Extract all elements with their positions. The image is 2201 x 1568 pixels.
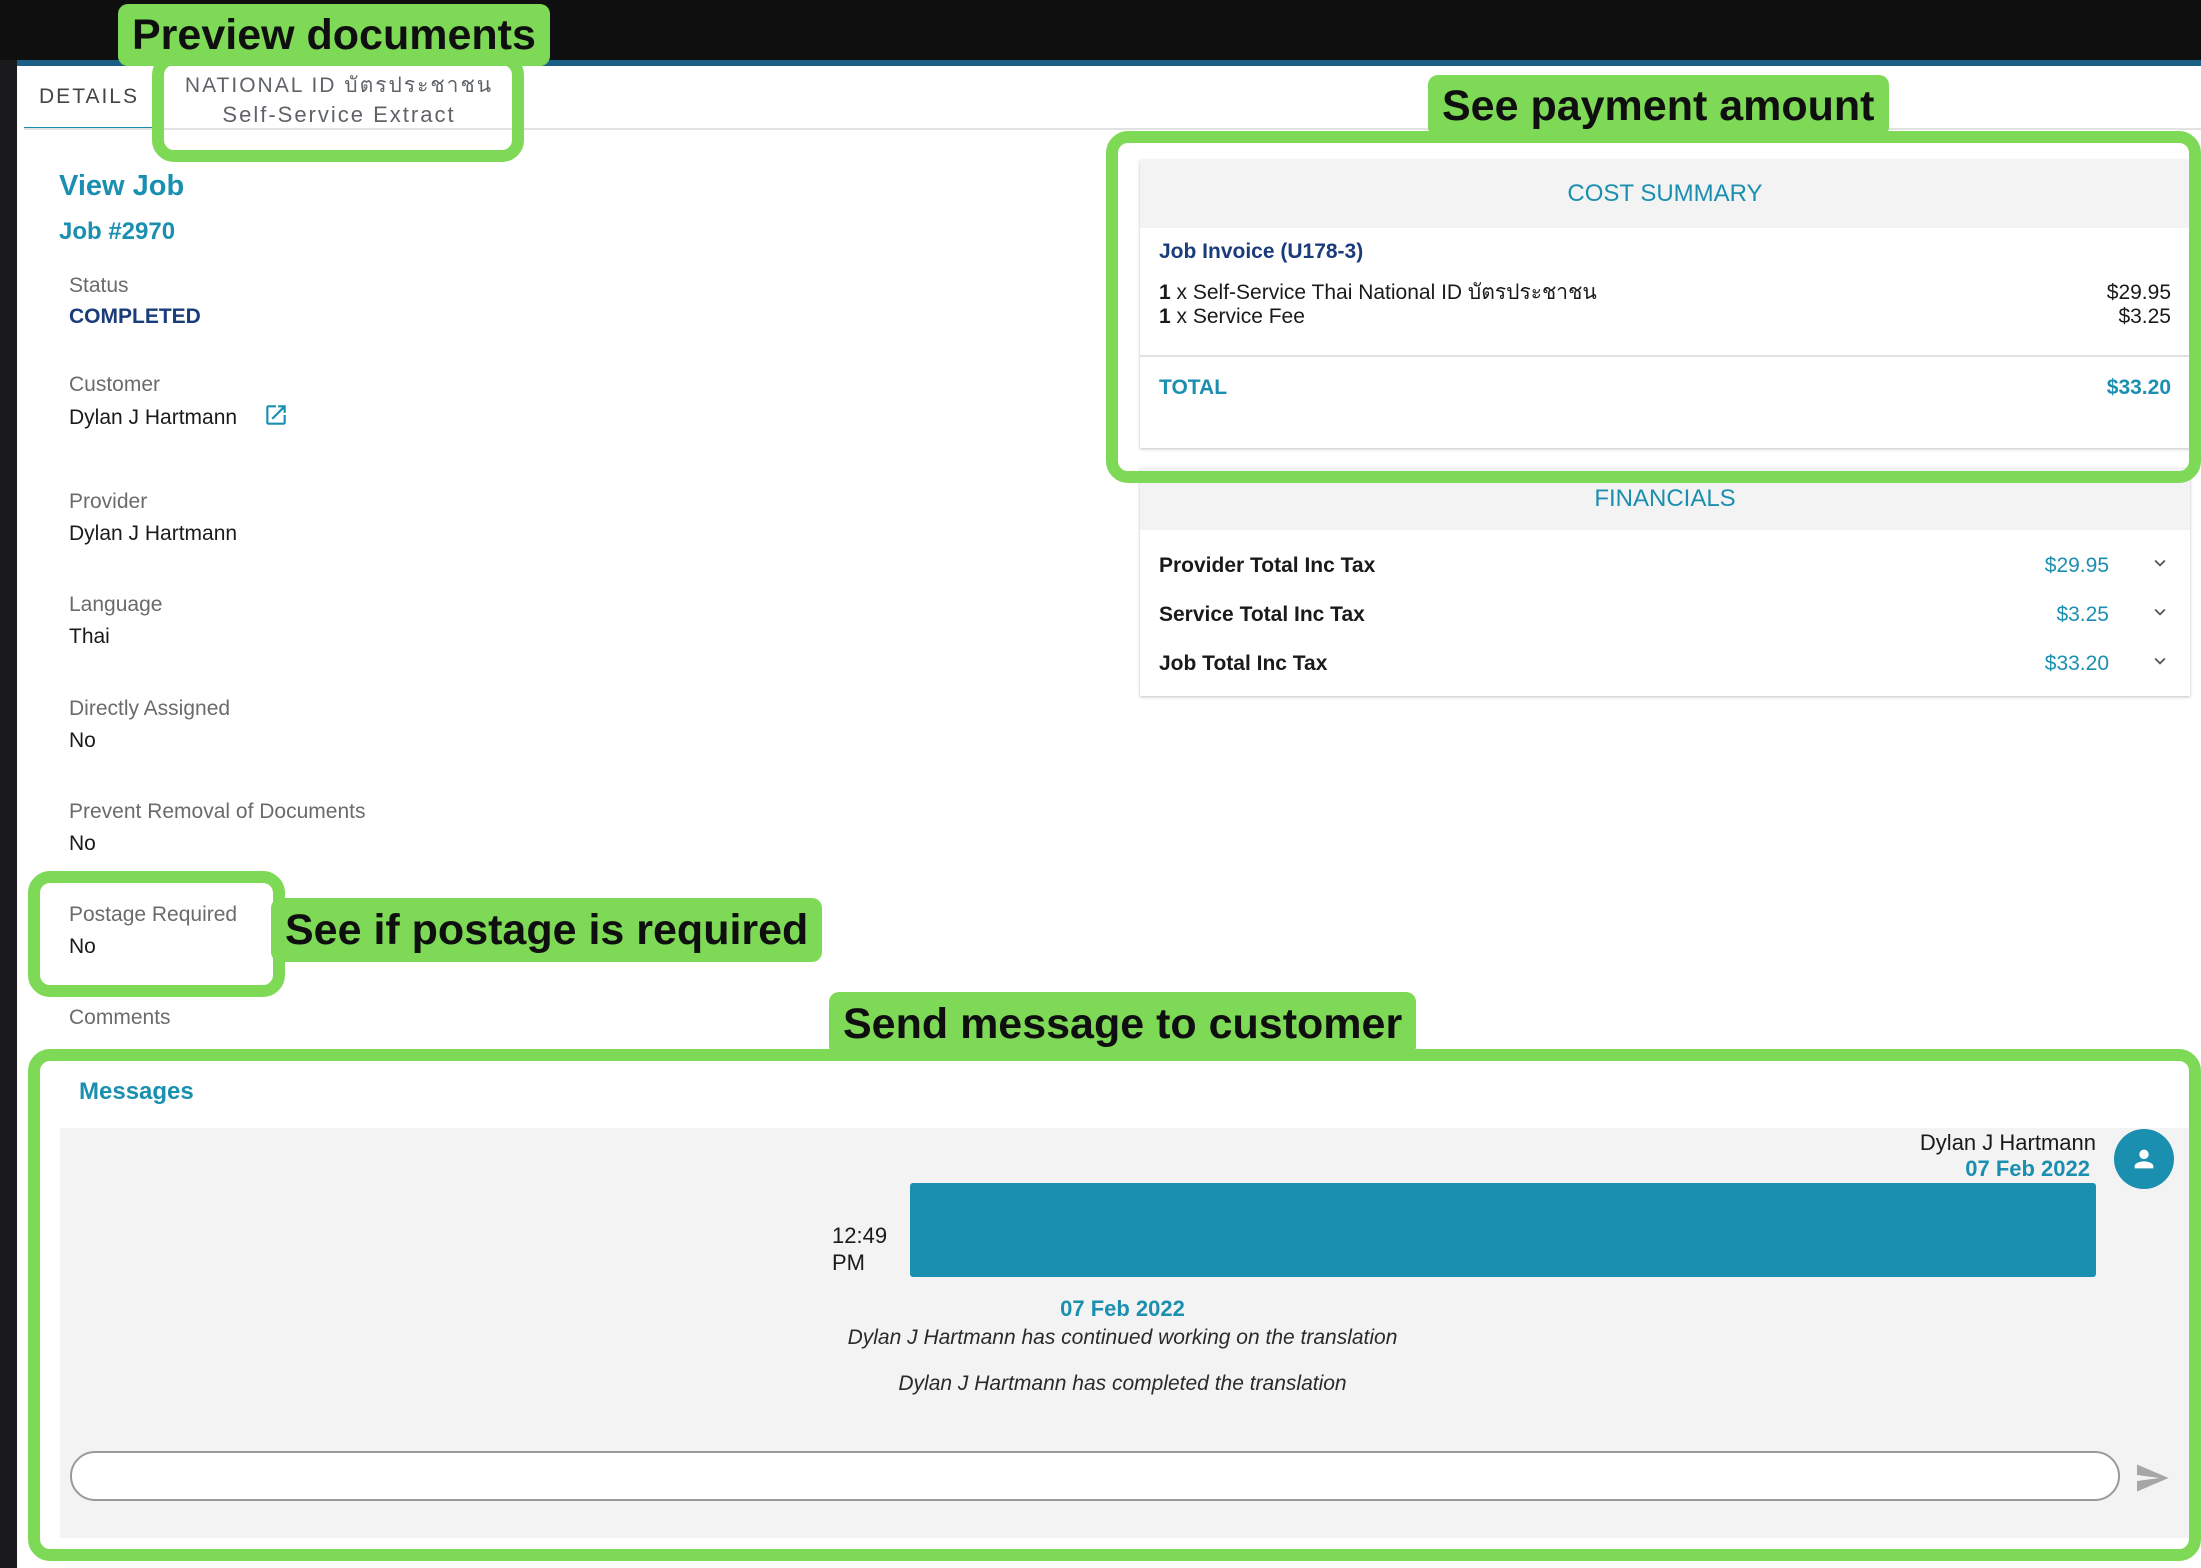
highlight-payment-amount xyxy=(1106,131,2201,483)
status-value: COMPLETED xyxy=(69,305,201,328)
financial-row-value: $3.25 xyxy=(2056,603,2109,626)
financials-card: FINANCIALS Provider Total Inc Tax $29.95… xyxy=(1140,468,2190,696)
status-label: Status xyxy=(69,274,129,297)
financial-row-label: Service Total Inc Tax xyxy=(1159,603,1365,626)
chevron-down-icon[interactable] xyxy=(2149,650,2171,678)
job-number: Job #2970 xyxy=(59,218,176,245)
highlight-postage-required xyxy=(28,871,285,997)
callout-preview-documents: Preview documents xyxy=(118,4,550,66)
financial-row-value: $29.95 xyxy=(2044,554,2109,577)
highlight-send-message xyxy=(28,1049,2201,1561)
callout-postage-required: See if postage is required xyxy=(271,898,823,962)
callout-send-message: Send message to customer xyxy=(829,992,1417,1056)
financial-row[interactable]: Job Total Inc Tax $33.20 xyxy=(1159,650,2171,678)
language-value: Thai xyxy=(69,625,110,648)
comments-label: Comments xyxy=(69,1006,171,1029)
provider-value: Dylan J Hartmann xyxy=(69,522,238,545)
financial-row[interactable]: Provider Total Inc Tax $29.95 xyxy=(1159,552,2171,580)
financial-row-value: $33.20 xyxy=(2044,652,2109,675)
financial-row-label: Provider Total Inc Tax xyxy=(1159,554,1376,577)
highlight-preview-documents xyxy=(152,53,524,162)
directly-assigned-label: Directly Assigned xyxy=(69,697,231,720)
open-external-icon[interactable] xyxy=(263,402,289,428)
left-edge xyxy=(0,60,17,1568)
financial-row[interactable]: Service Total Inc Tax $3.25 xyxy=(1159,601,2171,629)
chevron-down-icon[interactable] xyxy=(2149,552,2171,580)
tab-details[interactable]: DETAILS xyxy=(24,66,154,130)
language-label: Language xyxy=(69,593,163,616)
prevent-removal-label: Prevent Removal of Documents xyxy=(69,800,366,823)
customer-label: Customer xyxy=(69,373,161,396)
tab-details-label: DETAILS xyxy=(39,84,139,108)
chevron-down-icon[interactable] xyxy=(2149,601,2171,629)
prevent-removal-value: No xyxy=(69,832,96,855)
view-job-title: View Job xyxy=(59,170,185,202)
financial-row-label: Job Total Inc Tax xyxy=(1159,652,1328,675)
provider-label: Provider xyxy=(69,490,148,513)
directly-assigned-value: No xyxy=(69,729,96,752)
customer-value: Dylan J Hartmann xyxy=(69,406,238,429)
callout-payment-amount: See payment amount xyxy=(1428,75,1889,137)
